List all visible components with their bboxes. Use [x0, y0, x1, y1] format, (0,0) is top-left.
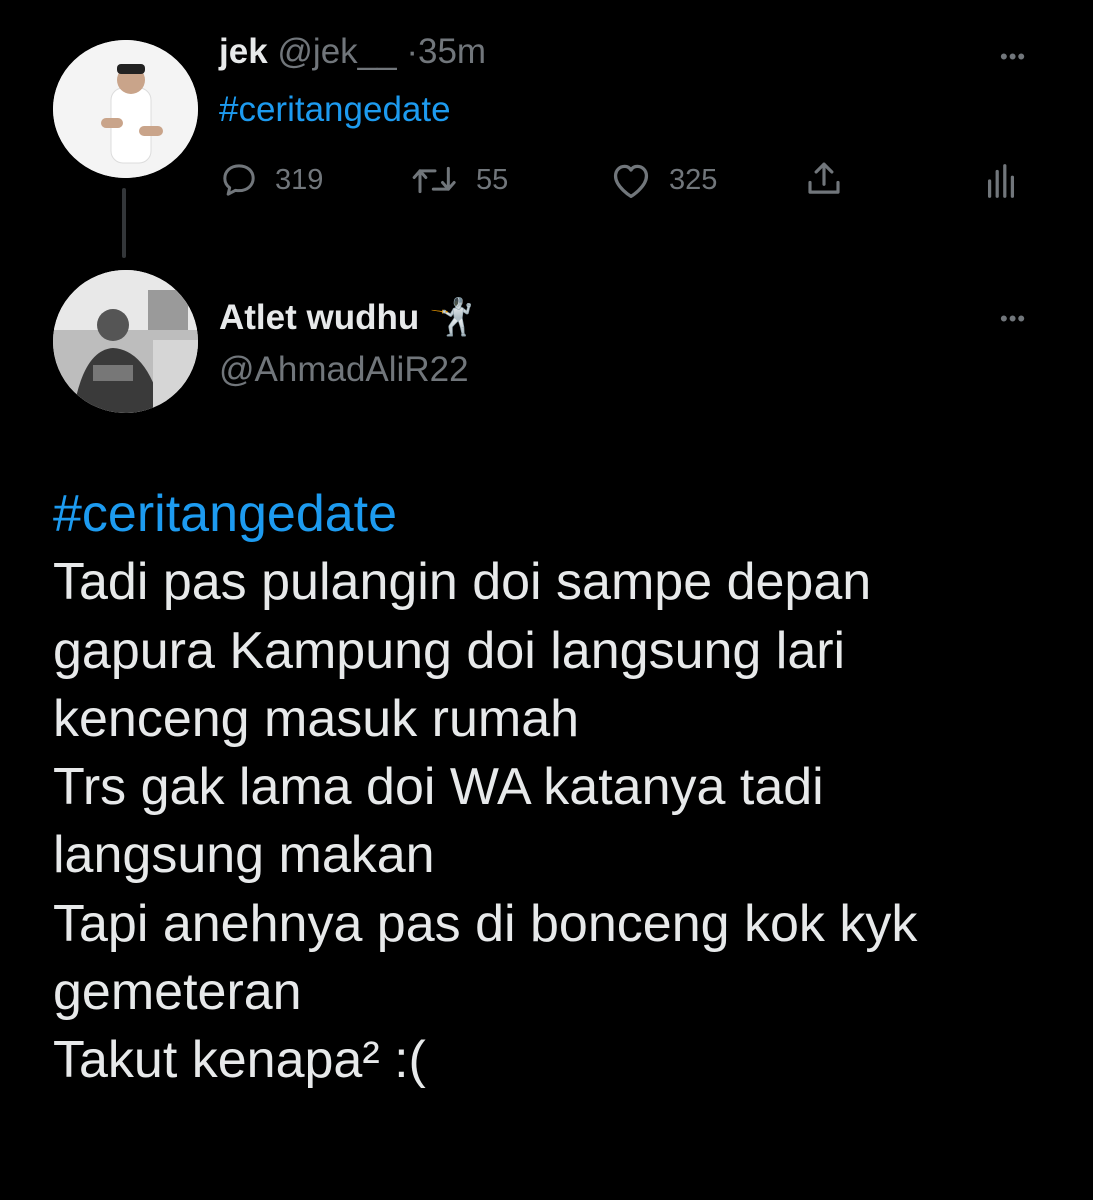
tweet-header: jek @jek__ ·35m	[219, 32, 486, 72]
analytics-button[interactable]	[985, 162, 1033, 200]
like-count: 325	[669, 163, 718, 196]
timestamp[interactable]: 35m	[418, 32, 486, 71]
retweet-icon	[412, 166, 456, 194]
share-icon	[808, 162, 840, 194]
handle[interactable]: @AhmadAliR22	[219, 350, 469, 390]
share-button[interactable]	[803, 158, 861, 200]
hashtag-link[interactable]: #ceritangedate	[53, 480, 1053, 548]
tweet-line: gapura Kampung doi langsung lari	[53, 621, 846, 680]
tweet-line: langsung makan	[53, 826, 435, 885]
retweet-count: 55	[476, 163, 509, 196]
display-name[interactable]: Atlet wudhu	[219, 298, 419, 337]
fencing-emoji-icon: 🤺	[428, 296, 474, 337]
avatar-jek[interactable]	[53, 40, 198, 178]
avatar-atlet-wudhu[interactable]	[53, 270, 198, 413]
tweet-line: kenceng masuk rumah	[53, 689, 580, 748]
reply-count: 319	[275, 163, 324, 196]
tweet-line: Trs gak lama doi WA katanya tadi	[53, 758, 824, 817]
avatar-jek-image	[53, 40, 198, 178]
handle[interactable]: @jek__	[277, 32, 396, 71]
more-icon[interactable]: •••	[1000, 306, 1026, 332]
hashtag-link[interactable]: #ceritangedate	[219, 90, 451, 130]
tweet-line: Tadi pas pulangin doi sampe depan	[53, 553, 872, 612]
analytics-icon	[987, 164, 1015, 198]
tweet-line: gemeteran	[53, 963, 302, 1022]
reply-button[interactable]: 319	[219, 160, 323, 200]
separator-dot: ·	[406, 32, 418, 71]
avatar-atlet-wudhu-image	[53, 270, 198, 413]
reply-icon	[223, 164, 255, 196]
display-name[interactable]: jek	[219, 32, 268, 71]
tweet-line: Takut kenapa² :(	[53, 1031, 426, 1090]
like-icon	[613, 164, 649, 198]
like-button[interactable]: 325	[609, 160, 717, 200]
more-icon[interactable]: •••	[1000, 44, 1026, 70]
tweet-body: #ceritangedate Tadi pas pulangin doi sam…	[53, 480, 1053, 1095]
tweet-line: Tapi anehnya pas di bonceng kok kyk	[53, 894, 918, 953]
retweet-button[interactable]: 55	[410, 160, 508, 200]
thread-connector	[122, 188, 126, 258]
reply-name-row: Atlet wudhu 🤺	[219, 296, 474, 338]
